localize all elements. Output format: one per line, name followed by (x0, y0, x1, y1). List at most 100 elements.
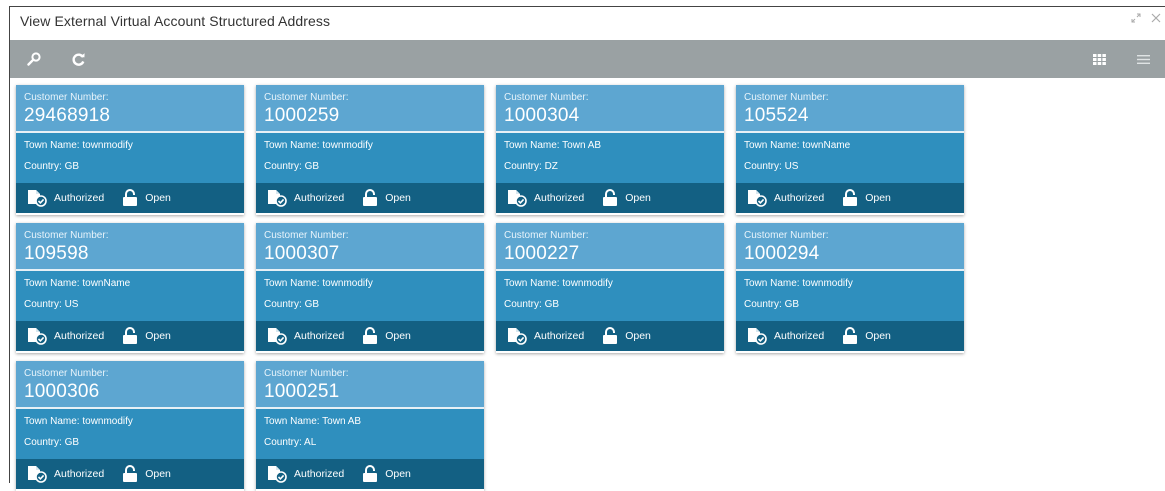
tile-footer: Authorized Open (256, 459, 484, 489)
country: Country: AL (264, 437, 317, 448)
authorized-doc-icon (268, 466, 287, 483)
customer-number-value: 1000251 (264, 381, 340, 402)
authorized-doc-icon (748, 328, 767, 345)
tile-header: Customer Number: 1000304 (496, 85, 724, 133)
authorized-doc-icon (268, 190, 287, 207)
authorization-status-text: Authorized (534, 330, 585, 342)
authorization-status: Authorized (26, 189, 104, 207)
unlocked-lock-icon (123, 465, 138, 482)
close-icon[interactable] (1151, 13, 1161, 26)
record-status-text: Open (145, 468, 171, 480)
authorization-status-text: Authorized (294, 192, 345, 204)
record-tile[interactable]: Customer Number: 1000294 Town Name: town… (736, 223, 964, 353)
record-status-text: Open (385, 468, 411, 480)
record-status: Open (602, 189, 651, 207)
tile-header: Customer Number: 29468918 (16, 85, 244, 133)
tile-footer: Authorized Open (496, 321, 724, 351)
tile-body: Town Name: townName Country: US (16, 271, 244, 321)
tile-footer: Authorized Open (256, 321, 484, 351)
tile-body: Town Name: townmodify Country: GB (256, 133, 484, 183)
tile-header: Customer Number: 1000259 (256, 85, 484, 133)
refresh-button[interactable] (68, 49, 88, 69)
customer-number-label: Customer Number: (744, 230, 829, 241)
grid-view-icon (1092, 53, 1106, 65)
unlocked-lock-icon (123, 189, 138, 206)
record-tile[interactable]: Customer Number: 109598 Town Name: townN… (16, 223, 244, 353)
record-tile[interactable]: Customer Number: 1000227 Town Name: town… (496, 223, 724, 353)
record-status: Open (602, 327, 651, 345)
customer-number-value: 105524 (744, 105, 809, 126)
customer-number-label: Customer Number: (264, 230, 349, 241)
record-status-text: Open (625, 330, 651, 342)
record-tile[interactable]: Customer Number: 1000259 Town Name: town… (256, 85, 484, 215)
town-name: Town Name: townmodify (264, 140, 373, 151)
town-name: Town Name: townmodify (504, 278, 613, 289)
record-tile[interactable]: Customer Number: 105524 Town Name: townN… (736, 85, 964, 215)
tile-footer: Authorized Open (256, 183, 484, 213)
authorization-status: Authorized (506, 189, 584, 207)
record-tile[interactable]: Customer Number: 1000307 Town Name: town… (256, 223, 484, 353)
customer-number-label: Customer Number: (24, 368, 109, 379)
maximize-icon[interactable] (1131, 13, 1141, 26)
tile-header: Customer Number: 1000294 (736, 223, 964, 271)
tile-body: Town Name: townmodify Country: GB (736, 271, 964, 321)
town-name: Town Name: townmodify (24, 140, 133, 151)
list-view-icon (1136, 54, 1150, 64)
unlocked-lock-icon (603, 327, 618, 344)
customer-number-label: Customer Number: (744, 92, 829, 103)
unlocked-lock-icon (363, 189, 378, 206)
unlocked-lock-icon (843, 327, 858, 344)
country: Country: GB (744, 299, 800, 310)
tile-header: Customer Number: 1000307 (256, 223, 484, 271)
record-status: Open (842, 327, 891, 345)
record-tile[interactable]: Customer Number: 1000306 Town Name: town… (16, 361, 244, 491)
tile-footer: Authorized Open (496, 183, 724, 213)
town-name: Town Name: townName (744, 140, 851, 151)
tile-header: Customer Number: 109598 (16, 223, 244, 271)
country: Country: GB (24, 437, 80, 448)
record-status: Open (122, 327, 171, 345)
town-name: Town Name: townmodify (744, 278, 853, 289)
app-window: View External Virtual Account Structured… (9, 6, 1165, 489)
customer-number-value: 109598 (24, 243, 89, 264)
record-tile[interactable]: Customer Number: 1000251 Town Name: Town… (256, 361, 484, 491)
authorization-status: Authorized (746, 327, 824, 345)
customer-number-label: Customer Number: (24, 92, 109, 103)
unlocked-lock-icon (363, 327, 378, 344)
customer-number-label: Customer Number: (264, 92, 349, 103)
record-tile[interactable]: Customer Number: 1000304 Town Name: Town… (496, 85, 724, 215)
tile-body: Town Name: Town AB Country: AL (256, 409, 484, 459)
tile-body: Town Name: Town AB Country: DZ (496, 133, 724, 183)
customer-number-label: Customer Number: (24, 230, 109, 241)
authorized-doc-icon (268, 328, 287, 345)
record-status-text: Open (145, 330, 171, 342)
authorization-status: Authorized (26, 465, 104, 483)
search-button[interactable] (24, 49, 44, 69)
tile-body: Town Name: townmodify Country: GB (16, 133, 244, 183)
tile-view-button[interactable] (1089, 49, 1109, 69)
record-status-text: Open (145, 192, 171, 204)
authorization-status: Authorized (506, 327, 584, 345)
window-controls (1131, 13, 1165, 26)
country: Country: GB (264, 161, 320, 172)
town-name: Town Name: townmodify (264, 278, 373, 289)
authorized-doc-icon (508, 190, 527, 207)
tile-footer: Authorized Open (16, 459, 244, 489)
authorization-status: Authorized (746, 189, 824, 207)
list-view-button[interactable] (1133, 49, 1153, 69)
country: Country: US (744, 161, 799, 172)
tile-footer: Authorized Open (16, 321, 244, 351)
unlocked-lock-icon (603, 189, 618, 206)
authorized-doc-icon (748, 190, 767, 207)
tile-header: Customer Number: 1000306 (16, 361, 244, 409)
record-status: Open (122, 189, 171, 207)
record-tile[interactable]: Customer Number: 29468918 Town Name: tow… (16, 85, 244, 215)
unlocked-lock-icon (123, 327, 138, 344)
town-name: Town Name: Town AB (504, 140, 602, 151)
record-status-text: Open (385, 192, 411, 204)
record-status-text: Open (865, 330, 891, 342)
authorized-doc-icon (28, 466, 47, 483)
record-status: Open (362, 465, 411, 483)
refresh-icon (71, 52, 85, 66)
authorization-status-text: Authorized (54, 468, 105, 480)
